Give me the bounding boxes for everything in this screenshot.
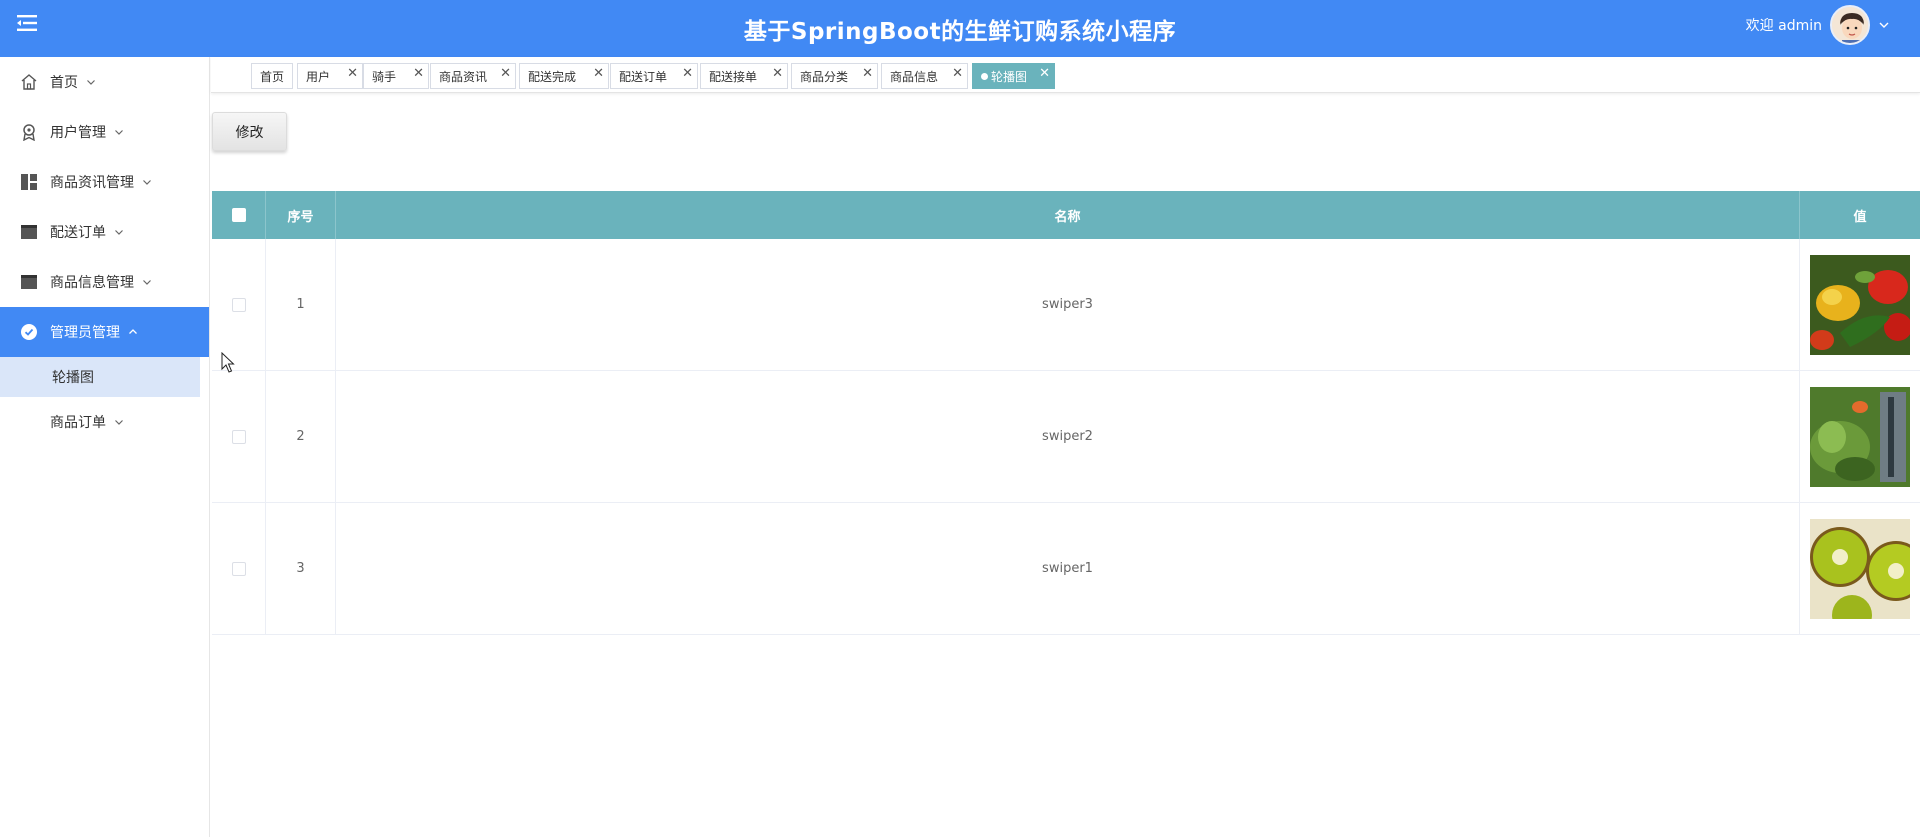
value-cell: [1800, 503, 1920, 634]
table-row[interactable]: 3 swiper1: [212, 503, 1920, 635]
tab-carousel[interactable]: 轮播图 ✕: [972, 63, 1055, 89]
tab-delivery-orders[interactable]: 配送订单 ✕: [610, 63, 698, 89]
index-cell: 3: [266, 503, 336, 634]
tab-product-news[interactable]: 商品资讯 ✕: [430, 63, 516, 89]
greens-thumbnail[interactable]: [1810, 386, 1910, 487]
tab-delivery-accept[interactable]: 配送接单 ✕: [700, 63, 788, 89]
welcome-text: 欢迎 admin: [1745, 18, 1822, 34]
table-icon: [20, 223, 38, 241]
tab-product-category[interactable]: 商品分类 ✕: [791, 63, 878, 89]
tab-label: 配送完成: [528, 69, 577, 84]
chevron-down-icon: [115, 130, 123, 135]
table-icon: [20, 273, 38, 291]
sidebar-item-delivery-orders[interactable]: 配送订单: [0, 207, 209, 257]
sidebar-item-product-info[interactable]: 商品信息管理: [0, 257, 209, 307]
close-icon[interactable]: ✕: [1039, 66, 1050, 81]
tab-label: 商品分类: [800, 69, 849, 84]
tab-label: 配送接单: [709, 69, 758, 84]
name-cell: swiper2: [336, 371, 1800, 502]
select-all-cell: [212, 191, 266, 239]
chevron-down-icon: [143, 280, 151, 285]
carousel-table: 序号 名称 值 1 swiper3 2 swiper2 3 swiper1: [212, 191, 1920, 635]
sidebar-item-label: 首页: [50, 75, 78, 91]
tab-label: 商品信息: [890, 69, 939, 84]
app-title: 基于SpringBoot的生鲜订购系统小程序: [743, 19, 1177, 45]
user-badge-icon: [20, 123, 38, 141]
close-icon[interactable]: ✕: [682, 66, 693, 81]
sidebar: 首页 用户管理 商品资讯管理 配送订单 商品信息管理 管理员管理 轮播图 商品订…: [0, 57, 210, 837]
tab-delivery-complete[interactable]: 配送完成 ✕: [519, 63, 609, 89]
name-cell: swiper1: [336, 503, 1800, 634]
row-checkbox[interactable]: [231, 429, 246, 444]
check-circle-icon: [20, 323, 38, 341]
kiwi-thumbnail[interactable]: [1810, 518, 1910, 619]
user-menu[interactable]: 欢迎 admin: [1746, 5, 1890, 45]
column-header-name: 名称: [336, 191, 1800, 239]
active-dot-icon: [981, 72, 988, 80]
close-icon[interactable]: ✕: [500, 66, 511, 81]
select-all-checkbox[interactable]: [231, 208, 246, 222]
close-icon[interactable]: ✕: [772, 66, 783, 81]
close-icon[interactable]: ✕: [413, 66, 424, 81]
tab-label: 配送订单: [619, 69, 668, 84]
row-select-cell: [212, 371, 266, 502]
sidebar-item-label: 管理员管理: [50, 325, 120, 341]
tab-users[interactable]: 用户 ✕: [297, 63, 363, 89]
sidebar-item-label: 商品资讯管理: [50, 175, 134, 191]
table-row[interactable]: 2 swiper2: [212, 371, 1920, 503]
mouse-cursor-icon: [221, 351, 235, 374]
close-icon[interactable]: ✕: [347, 66, 358, 81]
tabs-bar: 首页 用户 ✕ 骑手 ✕ 商品资讯 ✕ 配送完成 ✕ 配送订单 ✕ 配送接单 ✕…: [211, 57, 1920, 93]
row-checkbox[interactable]: [231, 297, 246, 312]
sidebar-subitem-product-orders[interactable]: 商品订单: [0, 397, 209, 447]
index-cell: 1: [266, 239, 336, 370]
sidebar-item-product-news[interactable]: 商品资讯管理: [0, 157, 209, 207]
row-checkbox[interactable]: [231, 561, 246, 576]
tab-home[interactable]: 首页: [251, 63, 293, 89]
tab-label: 商品资讯: [439, 69, 488, 84]
column-header-index: 序号: [266, 191, 336, 239]
row-select-cell: [212, 239, 266, 370]
menu-toggle-icon[interactable]: [17, 14, 39, 32]
index-cell: 2: [266, 371, 336, 502]
tab-label: 首页: [260, 69, 285, 84]
value-cell: [1800, 371, 1920, 502]
top-header: 基于SpringBoot的生鲜订购系统小程序 欢迎 admin: [0, 0, 1920, 57]
modify-button[interactable]: 修改: [212, 112, 287, 151]
table-header: 序号 名称 值: [212, 191, 1920, 239]
sidebar-item-user-management[interactable]: 用户管理: [0, 107, 209, 157]
close-icon[interactable]: ✕: [862, 66, 873, 81]
home-icon: [20, 73, 38, 91]
tab-riders[interactable]: 骑手 ✕: [363, 63, 429, 89]
close-icon[interactable]: ✕: [952, 66, 963, 81]
sidebar-item-home[interactable]: 首页: [0, 57, 209, 107]
row-select-cell: [212, 503, 266, 634]
chevron-down-icon: [143, 180, 151, 185]
chevron-up-icon: [129, 329, 137, 334]
column-header-value: 值: [1853, 209, 1867, 225]
name-cell: swiper3: [336, 239, 1800, 370]
chevron-down-icon: [115, 420, 123, 425]
sidebar-item-label: 商品订单: [50, 415, 106, 431]
sidebar-item-label: 配送订单: [50, 225, 106, 241]
chevron-down-icon: [115, 230, 123, 235]
tab-product-info[interactable]: 商品信息 ✕: [881, 63, 968, 89]
sidebar-item-label: 商品信息管理: [50, 275, 134, 291]
tab-label: 轮播图: [991, 69, 1028, 84]
close-icon[interactable]: ✕: [593, 66, 604, 81]
tab-label: 骑手: [372, 69, 397, 84]
vegetables-thumbnail[interactable]: [1810, 254, 1910, 355]
chevron-down-icon: [1879, 22, 1889, 28]
chevron-down-icon: [87, 80, 95, 85]
avatar[interactable]: [1830, 5, 1870, 45]
sidebar-subitem-carousel[interactable]: 轮播图: [0, 357, 200, 397]
value-cell: [1800, 239, 1920, 370]
sidebar-item-label: 用户管理: [50, 125, 106, 141]
tab-label: 用户: [306, 69, 331, 84]
sidebar-item-admin-management[interactable]: 管理员管理: [0, 307, 209, 357]
table-row[interactable]: 1 swiper3: [212, 239, 1920, 371]
dashboard-icon: [20, 173, 38, 191]
